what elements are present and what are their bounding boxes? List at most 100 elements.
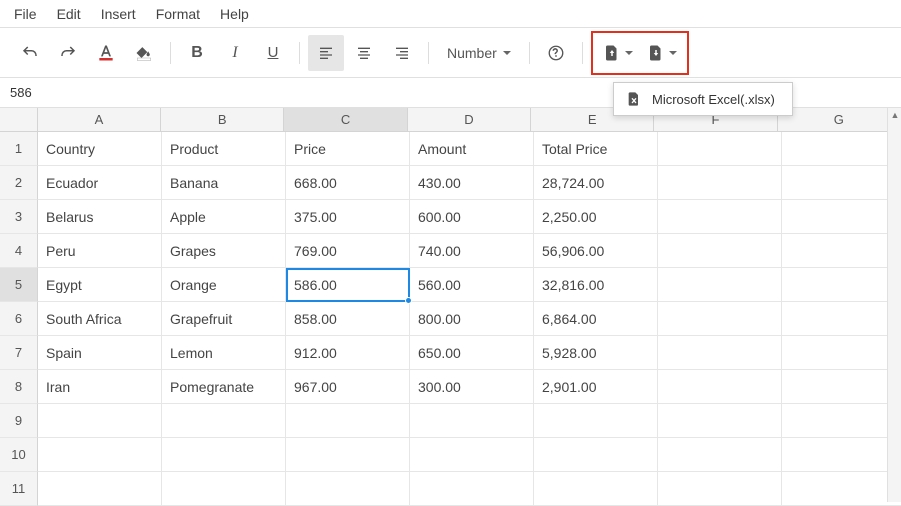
cell-d6[interactable]: 800.00 <box>410 302 534 336</box>
menu-edit[interactable]: Edit <box>57 6 81 22</box>
select-all-corner[interactable] <box>0 108 38 132</box>
cell-b1[interactable]: Product <box>162 132 286 166</box>
row-header-9[interactable]: 9 <box>0 404 38 438</box>
cell-c2[interactable]: 668.00 <box>286 166 410 200</box>
cell-e8[interactable]: 2,901.00 <box>534 370 658 404</box>
cell-e11[interactable] <box>534 472 658 506</box>
cell-g3[interactable] <box>782 200 901 234</box>
menu-help[interactable]: Help <box>220 6 249 22</box>
export-xlsx-item[interactable]: Microsoft Excel(.xlsx) <box>614 83 792 115</box>
cell-d3[interactable]: 600.00 <box>410 200 534 234</box>
cell-g11[interactable] <box>782 472 901 506</box>
italic-button[interactable]: I <box>217 35 253 71</box>
cell-e4[interactable]: 56,906.00 <box>534 234 658 268</box>
row-header-8[interactable]: 8 <box>0 370 38 404</box>
cell-g2[interactable] <box>782 166 901 200</box>
cell-b10[interactable] <box>162 438 286 472</box>
cell-b4[interactable]: Grapes <box>162 234 286 268</box>
import-button[interactable] <box>597 35 639 71</box>
cell-f5[interactable] <box>658 268 782 302</box>
cell-e3[interactable]: 2,250.00 <box>534 200 658 234</box>
col-header-g[interactable]: G <box>778 108 901 132</box>
undo-button[interactable] <box>12 35 48 71</box>
cell-b8[interactable]: Pomegranate <box>162 370 286 404</box>
cell-c6[interactable]: 858.00 <box>286 302 410 336</box>
cell-a2[interactable]: Ecuador <box>38 166 162 200</box>
row-header-10[interactable]: 10 <box>0 438 38 472</box>
cell-f6[interactable] <box>658 302 782 336</box>
cell-e9[interactable] <box>534 404 658 438</box>
cell-e1[interactable]: Total Price <box>534 132 658 166</box>
cell-c10[interactable] <box>286 438 410 472</box>
export-button[interactable] <box>641 35 683 71</box>
cell-f3[interactable] <box>658 200 782 234</box>
scroll-up-arrow[interactable]: ▲ <box>888 108 901 122</box>
cell-g5[interactable] <box>782 268 901 302</box>
cell-f1[interactable] <box>658 132 782 166</box>
cell-a1[interactable]: Country <box>38 132 162 166</box>
underline-button[interactable]: U <box>255 35 291 71</box>
cell-g7[interactable] <box>782 336 901 370</box>
cell-a6[interactable]: South Africa <box>38 302 162 336</box>
cell-f9[interactable] <box>658 404 782 438</box>
cell-d10[interactable] <box>410 438 534 472</box>
cell-b9[interactable] <box>162 404 286 438</box>
bold-button[interactable]: B <box>179 35 215 71</box>
cell-g10[interactable] <box>782 438 901 472</box>
cell-b2[interactable]: Banana <box>162 166 286 200</box>
align-center-button[interactable] <box>346 35 382 71</box>
cell-g9[interactable] <box>782 404 901 438</box>
cell-g1[interactable] <box>782 132 901 166</box>
cell-c8[interactable]: 967.00 <box>286 370 410 404</box>
col-header-b[interactable]: B <box>161 108 284 132</box>
cell-a7[interactable]: Spain <box>38 336 162 370</box>
cell-a11[interactable] <box>38 472 162 506</box>
cell-a10[interactable] <box>38 438 162 472</box>
cell-a5[interactable]: Egypt <box>38 268 162 302</box>
menu-format[interactable]: Format <box>156 6 200 22</box>
cell-c11[interactable] <box>286 472 410 506</box>
align-left-button[interactable] <box>308 35 344 71</box>
row-header-3[interactable]: 3 <box>0 200 38 234</box>
cell-f10[interactable] <box>658 438 782 472</box>
text-color-button[interactable] <box>88 35 124 71</box>
cell-a3[interactable]: Belarus <box>38 200 162 234</box>
row-header-6[interactable]: 6 <box>0 302 38 336</box>
cell-c5[interactable]: 586.00 <box>286 268 410 302</box>
cell-d8[interactable]: 300.00 <box>410 370 534 404</box>
align-right-button[interactable] <box>384 35 420 71</box>
cell-g6[interactable] <box>782 302 901 336</box>
cell-c7[interactable]: 912.00 <box>286 336 410 370</box>
cell-f4[interactable] <box>658 234 782 268</box>
cell-f8[interactable] <box>658 370 782 404</box>
cell-e7[interactable]: 5,928.00 <box>534 336 658 370</box>
cell-c1[interactable]: Price <box>286 132 410 166</box>
cell-d9[interactable] <box>410 404 534 438</box>
col-header-a[interactable]: A <box>38 108 161 132</box>
cell-d5[interactable]: 560.00 <box>410 268 534 302</box>
cell-a9[interactable] <box>38 404 162 438</box>
cell-g4[interactable] <box>782 234 901 268</box>
cell-c3[interactable]: 375.00 <box>286 200 410 234</box>
cell-c9[interactable] <box>286 404 410 438</box>
help-button[interactable] <box>538 35 574 71</box>
cell-g8[interactable] <box>782 370 901 404</box>
row-header-7[interactable]: 7 <box>0 336 38 370</box>
cell-e6[interactable]: 6,864.00 <box>534 302 658 336</box>
cell-b11[interactable] <box>162 472 286 506</box>
cell-e10[interactable] <box>534 438 658 472</box>
col-header-d[interactable]: D <box>408 108 531 132</box>
cell-d1[interactable]: Amount <box>410 132 534 166</box>
fill-color-button[interactable] <box>126 35 162 71</box>
cell-c4[interactable]: 769.00 <box>286 234 410 268</box>
cell-d4[interactable]: 740.00 <box>410 234 534 268</box>
cell-d11[interactable] <box>410 472 534 506</box>
cell-b7[interactable]: Lemon <box>162 336 286 370</box>
row-header-2[interactable]: 2 <box>0 166 38 200</box>
cell-b3[interactable]: Apple <box>162 200 286 234</box>
cell-a8[interactable]: Iran <box>38 370 162 404</box>
redo-button[interactable] <box>50 35 86 71</box>
cell-b6[interactable]: Grapefruit <box>162 302 286 336</box>
cell-d2[interactable]: 430.00 <box>410 166 534 200</box>
cell-f11[interactable] <box>658 472 782 506</box>
